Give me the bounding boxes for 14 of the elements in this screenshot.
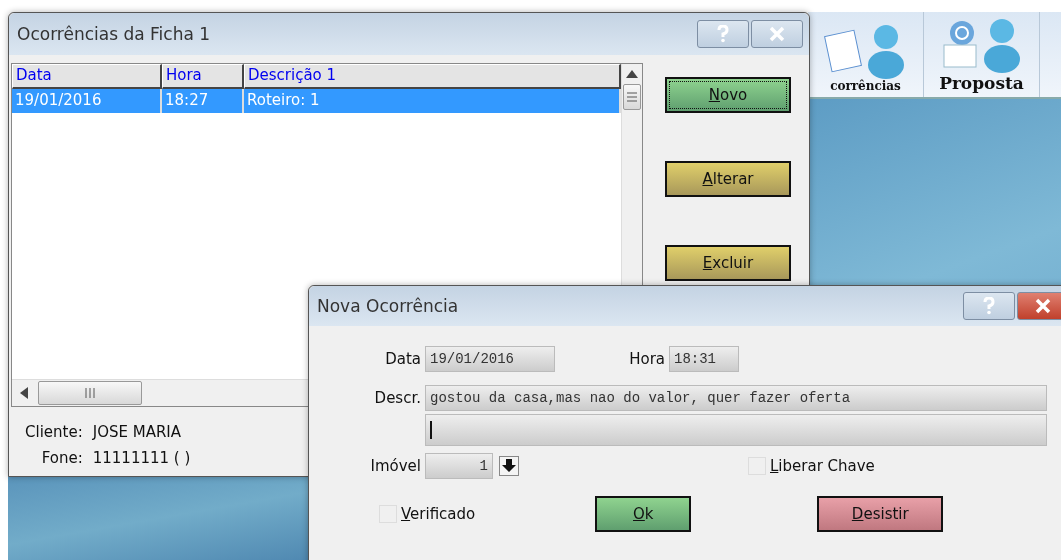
field-label: Fone: xyxy=(40,449,83,467)
table-cell: 18:27 xyxy=(162,89,244,113)
dialog-title: Nova Ocorrência xyxy=(317,296,459,316)
field-label: Descr. xyxy=(373,388,422,407)
field-value: 11111111 ( ) xyxy=(92,449,191,467)
field-label: Cliente: xyxy=(25,423,83,441)
window-title: Ocorrências da Ficha 1 xyxy=(17,24,211,44)
field-value: JOSE MARIA xyxy=(92,423,183,441)
field-label: Hora xyxy=(628,350,666,368)
field-label: Data xyxy=(384,350,422,368)
field-label: Imóvel xyxy=(369,457,422,475)
checkbox-label: Verificado xyxy=(401,505,476,523)
checkbox-label: Liberar Chave xyxy=(770,457,875,475)
table-cell: 19/01/2016 xyxy=(12,89,162,113)
